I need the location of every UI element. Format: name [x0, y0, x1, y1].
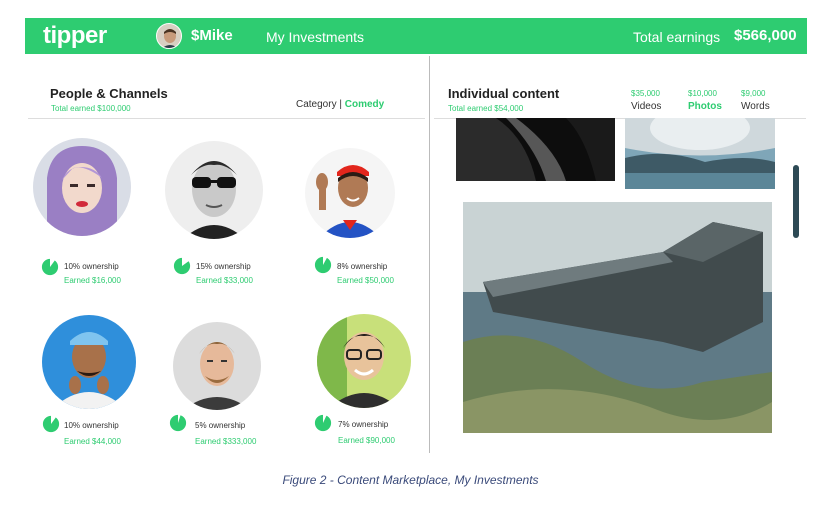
- figure-caption: Figure 2 - Content Marketplace, My Inves…: [282, 473, 539, 487]
- category-label: Category: [296, 99, 337, 110]
- tipper-logo[interactable]: tipper: [43, 22, 107, 50]
- person-avatar[interactable]: [305, 148, 395, 238]
- ownership-pie-icon: [173, 257, 191, 275]
- ownership-pie-icon: [314, 256, 332, 274]
- tab-words-amount: $9,000: [741, 89, 766, 98]
- tab-words[interactable]: $9,000 Words: [741, 89, 770, 113]
- tab-photos-amount: $10,000: [688, 89, 717, 98]
- ownership-text: 8% ownership: [337, 262, 388, 271]
- ownership-pie-icon: [41, 258, 59, 276]
- username[interactable]: $Mike: [191, 27, 233, 45]
- tab-words-label: Words: [741, 101, 770, 112]
- individual-content-title: Individual content: [448, 86, 560, 101]
- ownership-text: 10% ownership: [64, 262, 119, 271]
- person-avatar[interactable]: [33, 138, 131, 236]
- category-separator: |: [339, 99, 342, 110]
- ownership-pie-icon: [314, 414, 332, 432]
- person-card[interactable]: 8% ownership Earned $50,000: [305, 148, 425, 308]
- user-avatar[interactable]: [156, 23, 182, 49]
- category-filter[interactable]: Category | Comedy: [296, 99, 384, 111]
- person-card[interactable]: 10% ownership Earned $44,000: [42, 315, 162, 475]
- ownership-text: 10% ownership: [64, 421, 119, 430]
- scrollbar[interactable]: [793, 165, 799, 238]
- tab-videos-amount: $35,000: [631, 89, 660, 98]
- people-channels-title: People & Channels: [50, 86, 168, 101]
- person-avatar[interactable]: [42, 315, 136, 409]
- content-photo-thumbnail[interactable]: [456, 118, 615, 181]
- person-avatar[interactable]: [173, 322, 261, 410]
- ownership-text: 5% ownership: [195, 421, 246, 430]
- person-card[interactable]: 10% ownership Earned $16,000: [33, 138, 153, 298]
- tab-photos[interactable]: $10,000 Photos: [688, 89, 722, 113]
- earned-text: Earned $333,000: [195, 437, 257, 446]
- top-bar: tipper $Mike My Investments Total earnin…: [25, 18, 807, 54]
- earned-text: Earned $33,000: [196, 276, 253, 285]
- person-card[interactable]: 5% ownership Earned $333,000: [169, 322, 293, 482]
- person-avatar[interactable]: [317, 314, 411, 408]
- earned-text: Earned $16,000: [64, 276, 121, 285]
- content-total-earned: Total earned $54,000: [448, 104, 524, 113]
- category-value[interactable]: Comedy: [345, 99, 384, 110]
- person-card[interactable]: 7% ownership Earned $90,000: [314, 314, 437, 474]
- earned-text: Earned $50,000: [337, 276, 394, 285]
- tab-photos-label: Photos: [688, 101, 722, 112]
- total-earnings-value: $566,000: [734, 27, 797, 44]
- person-avatar[interactable]: [165, 141, 263, 239]
- tab-videos-label: Videos: [631, 101, 662, 112]
- nav-my-investments[interactable]: My Investments: [266, 28, 364, 46]
- ownership-pie-icon: [169, 414, 187, 432]
- divider: [28, 118, 425, 119]
- earned-text: Earned $90,000: [338, 436, 395, 445]
- earned-text: Earned $44,000: [64, 437, 121, 446]
- content-photo-thumbnail[interactable]: [625, 118, 775, 189]
- person-card[interactable]: 15% ownership Earned $33,000: [165, 141, 285, 301]
- ownership-text: 15% ownership: [196, 262, 251, 271]
- people-total-earned: Total earned $100,000: [51, 104, 131, 113]
- ownership-text: 7% ownership: [338, 420, 389, 429]
- content-photo-featured[interactable]: [463, 202, 772, 433]
- tab-videos[interactable]: $35,000 Videos: [631, 89, 661, 113]
- ownership-pie-icon: [42, 415, 60, 433]
- total-earnings-label: Total earnings: [633, 29, 721, 45]
